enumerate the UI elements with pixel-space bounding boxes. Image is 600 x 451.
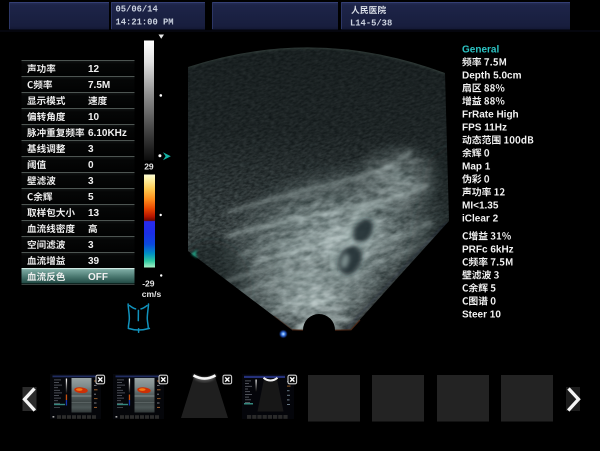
svg-text:-29: -29 bbox=[142, 278, 155, 288]
svg-text:cm/s: cm/s bbox=[142, 289, 162, 299]
svg-text:10: 10 bbox=[88, 112, 100, 123]
svg-text:13: 13 bbox=[88, 208, 100, 219]
svg-text:PRFc 6kHz: PRFc 6kHz bbox=[462, 245, 514, 256]
svg-text:3: 3 bbox=[88, 176, 94, 187]
svg-text:Map 1: Map 1 bbox=[462, 162, 491, 173]
svg-text:3: 3 bbox=[88, 240, 94, 251]
svg-text:OFF: OFF bbox=[88, 272, 108, 283]
svg-text:6.10KHz: 6.10KHz bbox=[88, 128, 127, 139]
svg-text:29: 29 bbox=[144, 161, 154, 171]
svg-text:12: 12 bbox=[88, 64, 100, 75]
svg-text:iClear 2: iClear 2 bbox=[462, 214, 499, 225]
svg-text:FrRate High: FrRate High bbox=[462, 110, 519, 121]
svg-text:05/06/14: 05/06/14 bbox=[116, 5, 159, 15]
svg-text:FPS 11Hz: FPS 11Hz bbox=[462, 123, 507, 134]
svg-text:14:21:00 PM: 14:21:00 PM bbox=[116, 17, 174, 27]
svg-text:Depth 5.0cm: Depth 5.0cm bbox=[462, 71, 522, 82]
svg-text:L14-5/38: L14-5/38 bbox=[350, 19, 392, 29]
svg-text:39: 39 bbox=[88, 256, 100, 267]
svg-text:MI<1.35: MI<1.35 bbox=[462, 201, 499, 212]
svg-text:7.5M: 7.5M bbox=[88, 80, 110, 91]
svg-text:General: General bbox=[462, 45, 499, 56]
svg-text:3: 3 bbox=[88, 144, 94, 155]
svg-text:0: 0 bbox=[88, 160, 94, 171]
svg-text:Steer 10: Steer 10 bbox=[462, 310, 501, 321]
svg-text:5: 5 bbox=[88, 192, 94, 203]
